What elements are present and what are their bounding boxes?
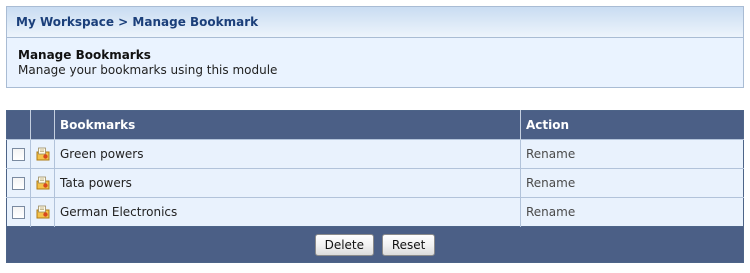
column-header-action: Action xyxy=(520,110,744,140)
breadcrumb: My Workspace > Manage Bookmark xyxy=(7,7,743,38)
page-description: Manage your bookmarks using this module xyxy=(18,63,278,77)
header-icon-cell xyxy=(30,110,55,140)
bookmark-icon xyxy=(36,205,49,219)
bookmark-name[interactable]: Green powers xyxy=(54,139,521,169)
row-checkbox[interactable] xyxy=(12,206,25,219)
rename-link[interactable]: Rename xyxy=(526,147,575,161)
bookmark-name[interactable]: Tata powers xyxy=(54,168,521,198)
page: My Workspace > Manage Bookmark Manage Bo… xyxy=(0,0,750,273)
delete-button[interactable]: Delete xyxy=(314,233,375,256)
header-panel: My Workspace > Manage Bookmark Manage Bo… xyxy=(6,6,744,88)
header-check-cell xyxy=(6,110,31,140)
bookmark-icon xyxy=(36,176,49,190)
breadcrumb-current: Manage Bookmark xyxy=(132,15,259,29)
page-title: Manage Bookmarks xyxy=(18,48,151,62)
column-header-bookmarks: Bookmarks xyxy=(54,110,521,140)
breadcrumb-workspace-link[interactable]: My Workspace xyxy=(16,15,114,29)
button-bar: Delete Reset xyxy=(6,226,744,263)
table-row: Tata powers Rename xyxy=(6,168,744,198)
breadcrumb-separator: > xyxy=(118,15,129,29)
table-header-row: Bookmarks Action xyxy=(6,110,744,140)
bookmark-icon xyxy=(36,147,49,161)
bookmark-name[interactable]: German Electronics xyxy=(54,197,521,227)
reset-button[interactable]: Reset xyxy=(381,233,436,256)
row-checkbox[interactable] xyxy=(12,148,25,161)
rename-link[interactable]: Rename xyxy=(526,176,575,190)
table-footer-row: Delete Reset xyxy=(6,226,744,263)
bookmarks-table: Bookmarks Action Green powers Rename Tat… xyxy=(6,110,744,263)
rename-link[interactable]: Rename xyxy=(526,205,575,219)
table-row: German Electronics Rename xyxy=(6,197,744,227)
table-row: Green powers Rename xyxy=(6,139,744,169)
row-checkbox[interactable] xyxy=(12,177,25,190)
